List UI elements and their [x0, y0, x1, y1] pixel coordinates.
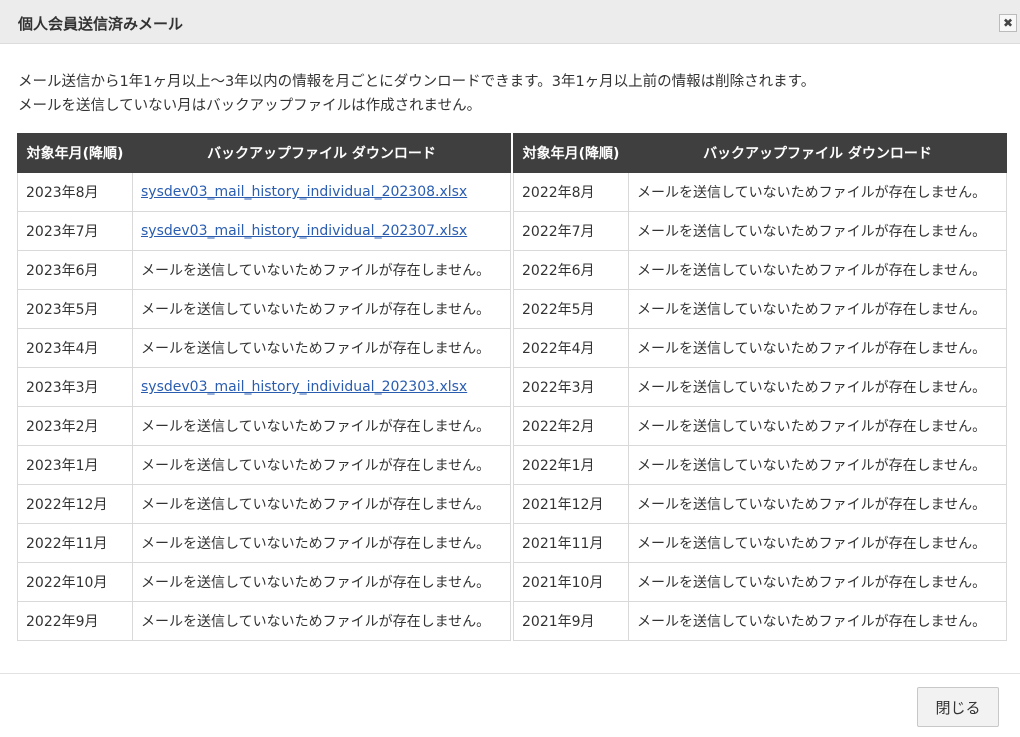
intro-line-2: メールを送信していない月はバックアップファイルは作成されません。 [18, 98, 482, 114]
row-no-file-message: メールを送信していないためファイルが存在しません。 [628, 289, 1007, 329]
table-row: 2022年11月 メールを送信していないためファイルが存在しません。 [17, 523, 511, 563]
table-row: 2022年2月 メールを送信していないためファイルが存在しません。 [513, 406, 1007, 446]
intro-text: メール送信から1年1ヶ月以上～3年以内の情報を月ごとにダウンロードできます。3年… [18, 70, 1008, 118]
header-month: 対象年月(降順) [513, 133, 629, 173]
backup-tables: 対象年月(降順) バックアップファイル ダウンロード 2023年8月 sysdev… [17, 133, 1007, 641]
table-row: 2021年9月 メールを送信していないためファイルが存在しません。 [513, 601, 1007, 641]
row-month: 2021年10月 [513, 562, 629, 602]
row-month: 2023年8月 [17, 172, 133, 212]
table-row: 2023年8月 sysdev03_mail_history_individual_… [17, 172, 511, 212]
table-row: 2023年4月 メールを送信していないためファイルが存在しません。 [17, 328, 511, 368]
row-month: 2022年3月 [513, 367, 629, 407]
row-no-file-message: メールを送信していないためファイルが存在しません。 [132, 406, 511, 446]
row-month: 2023年6月 [17, 250, 133, 290]
row-month: 2022年9月 [17, 601, 133, 641]
table-row: 2022年1月 メールを送信していないためファイルが存在しません。 [513, 445, 1007, 485]
close-icon[interactable]: ✖ [999, 14, 1017, 32]
header-file: バックアップファイル ダウンロード [132, 133, 511, 173]
row-no-file-message: メールを送信していないためファイルが存在しません。 [628, 367, 1007, 407]
row-file-cell: sysdev03_mail_history_individual_202308.… [132, 172, 511, 212]
download-link[interactable]: sysdev03_mail_history_individual_202303.… [141, 379, 467, 395]
table-row: 2022年5月 メールを送信していないためファイルが存在しません。 [513, 289, 1007, 329]
backup-table-left: 対象年月(降順) バックアップファイル ダウンロード 2023年8月 sysdev… [17, 133, 511, 641]
row-no-file-message: メールを送信していないためファイルが存在しません。 [628, 445, 1007, 485]
row-no-file-message: メールを送信していないためファイルが存在しません。 [132, 250, 511, 290]
row-no-file-message: メールを送信していないためファイルが存在しません。 [132, 484, 511, 524]
table-header-row: 対象年月(降順) バックアップファイル ダウンロード [17, 133, 511, 173]
row-month: 2022年12月 [17, 484, 133, 524]
table-row: 2022年8月 メールを送信していないためファイルが存在しません。 [513, 172, 1007, 212]
row-month: 2022年6月 [513, 250, 629, 290]
table-header-row: 対象年月(降順) バックアップファイル ダウンロード [513, 133, 1007, 173]
row-month: 2023年3月 [17, 367, 133, 407]
row-no-file-message: メールを送信していないためファイルが存在しません。 [628, 211, 1007, 251]
table-row: 2023年5月 メールを送信していないためファイルが存在しません。 [17, 289, 511, 329]
table-row: 2021年10月 メールを送信していないためファイルが存在しません。 [513, 562, 1007, 602]
table-row: 2023年7月 sysdev03_mail_history_individual_… [17, 211, 511, 251]
row-no-file-message: メールを送信していないためファイルが存在しません。 [132, 601, 511, 641]
row-month: 2023年5月 [17, 289, 133, 329]
row-no-file-message: メールを送信していないためファイルが存在しません。 [132, 523, 511, 563]
header-month: 対象年月(降順) [17, 133, 133, 173]
row-no-file-message: メールを送信していないためファイルが存在しません。 [628, 328, 1007, 368]
table-row: 2023年1月 メールを送信していないためファイルが存在しません。 [17, 445, 511, 485]
row-month: 2023年4月 [17, 328, 133, 368]
row-no-file-message: メールを送信していないためファイルが存在しません。 [628, 523, 1007, 563]
row-no-file-message: メールを送信していないためファイルが存在しません。 [628, 406, 1007, 446]
table-row: 2022年9月 メールを送信していないためファイルが存在しません。 [17, 601, 511, 641]
table-row: 2022年12月 メールを送信していないためファイルが存在しません。 [17, 484, 511, 524]
dialog-title: 個人会員送信済みメール [18, 15, 184, 33]
table-row: 2023年3月 sysdev03_mail_history_individual_… [17, 367, 511, 407]
row-month: 2021年11月 [513, 523, 629, 563]
row-month: 2021年12月 [513, 484, 629, 524]
row-month: 2023年2月 [17, 406, 133, 446]
footer-divider [0, 673, 1020, 674]
row-month: 2022年2月 [513, 406, 629, 446]
row-month: 2022年5月 [513, 289, 629, 329]
row-month: 2022年11月 [17, 523, 133, 563]
row-no-file-message: メールを送信していないためファイルが存在しません。 [628, 250, 1007, 290]
table-row: 2021年11月 メールを送信していないためファイルが存在しません。 [513, 523, 1007, 563]
row-no-file-message: メールを送信していないためファイルが存在しません。 [628, 172, 1007, 212]
table-row: 2023年2月 メールを送信していないためファイルが存在しません。 [17, 406, 511, 446]
table-row: 2022年7月 メールを送信していないためファイルが存在しません。 [513, 211, 1007, 251]
row-no-file-message: メールを送信していないためファイルが存在しません。 [628, 562, 1007, 602]
table-row: 2021年12月 メールを送信していないためファイルが存在しません。 [513, 484, 1007, 524]
row-month: 2023年7月 [17, 211, 133, 251]
table-row: 2023年6月 メールを送信していないためファイルが存在しません。 [17, 250, 511, 290]
row-month: 2022年4月 [513, 328, 629, 368]
table-row: 2022年3月 メールを送信していないためファイルが存在しません。 [513, 367, 1007, 407]
row-file-cell: sysdev03_mail_history_individual_202303.… [132, 367, 511, 407]
row-month: 2021年9月 [513, 601, 629, 641]
intro-line-1: メール送信から1年1ヶ月以上～3年以内の情報を月ごとにダウンロードできます。3年… [18, 74, 816, 90]
row-month: 2022年10月 [17, 562, 133, 602]
row-month: 2022年1月 [513, 445, 629, 485]
close-button[interactable]: 閉じる [917, 687, 999, 727]
download-link[interactable]: sysdev03_mail_history_individual_202308.… [141, 184, 467, 200]
download-link[interactable]: sysdev03_mail_history_individual_202307.… [141, 223, 467, 239]
table-row: 2022年4月 メールを送信していないためファイルが存在しません。 [513, 328, 1007, 368]
table-row: 2022年10月 メールを送信していないためファイルが存在しません。 [17, 562, 511, 602]
dialog-titlebar: 個人会員送信済みメール ✖ [0, 0, 1020, 44]
row-no-file-message: メールを送信していないためファイルが存在しません。 [628, 601, 1007, 641]
row-no-file-message: メールを送信していないためファイルが存在しません。 [132, 445, 511, 485]
row-no-file-message: メールを送信していないためファイルが存在しません。 [132, 562, 511, 602]
row-no-file-message: メールを送信していないためファイルが存在しません。 [132, 328, 511, 368]
row-month: 2022年7月 [513, 211, 629, 251]
header-file: バックアップファイル ダウンロード [628, 133, 1007, 173]
row-no-file-message: メールを送信していないためファイルが存在しません。 [628, 484, 1007, 524]
row-no-file-message: メールを送信していないためファイルが存在しません。 [132, 289, 511, 329]
backup-table-right: 対象年月(降順) バックアップファイル ダウンロード 2022年8月 メールを送信… [513, 133, 1007, 641]
row-month: 2023年1月 [17, 445, 133, 485]
row-file-cell: sysdev03_mail_history_individual_202307.… [132, 211, 511, 251]
row-month: 2022年8月 [513, 172, 629, 212]
table-row: 2022年6月 メールを送信していないためファイルが存在しません。 [513, 250, 1007, 290]
